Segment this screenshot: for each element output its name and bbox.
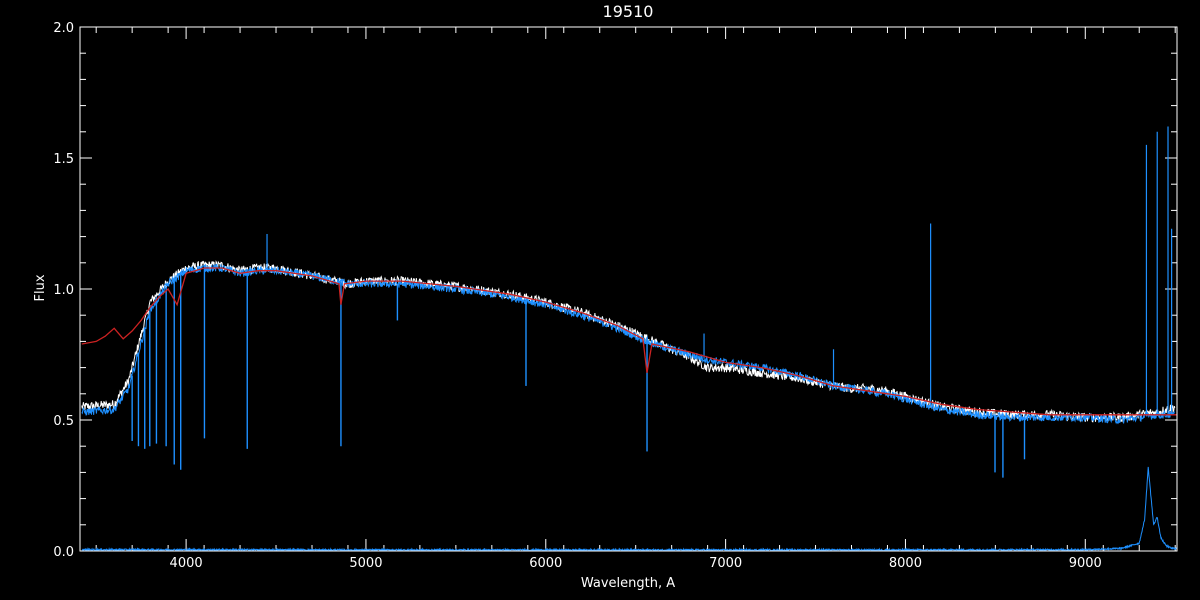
y-tick-label: 0.5	[53, 414, 74, 429]
spectrum-chart: 19510 Wavelength, A Flux 4000 5000 6000 700…	[0, 0, 1200, 600]
chart-title: 19510	[603, 2, 654, 21]
y-tick-label: 1.5	[53, 152, 74, 167]
y-tick-label: 2.0	[53, 21, 74, 36]
y-tick-label: 1.0	[53, 283, 74, 298]
x-tick-label: 8000	[889, 556, 922, 571]
y-axis-title: Flux	[33, 274, 48, 301]
x-tick-label: 5000	[349, 556, 382, 571]
x-tick-label: 9000	[1069, 556, 1102, 571]
plot-background	[0, 0, 1200, 600]
y-tick-label: 0.0	[53, 545, 74, 560]
x-tick-label: 7000	[709, 556, 742, 571]
x-tick-label: 6000	[529, 556, 562, 571]
x-axis-title: Wavelength, A	[581, 576, 675, 591]
x-tick-label: 4000	[170, 556, 203, 571]
